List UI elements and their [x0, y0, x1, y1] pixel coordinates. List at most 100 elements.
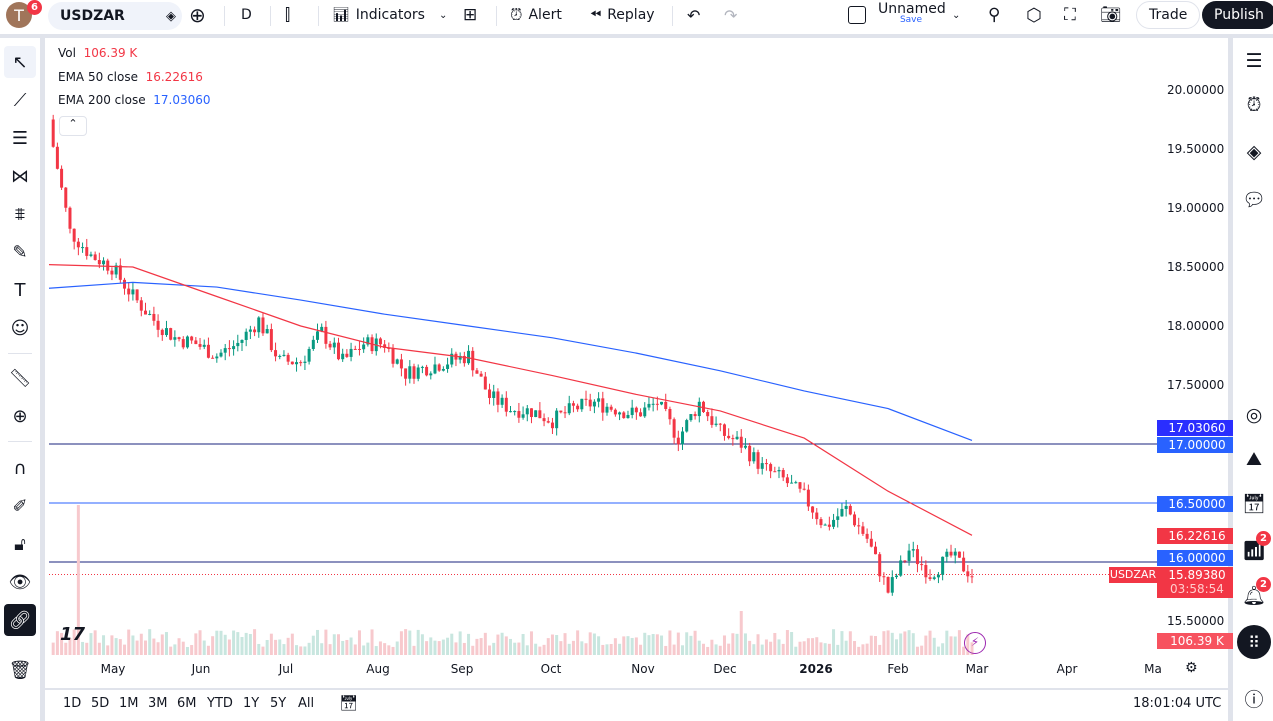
fib-icon[interactable]: ☰ — [4, 122, 36, 154]
candle-body — [429, 373, 433, 376]
candle-body — [395, 359, 399, 364]
trendline-icon[interactable]: ⟋ — [4, 84, 36, 116]
lightning-icon[interactable]: ⚡︎ — [964, 632, 986, 654]
range-5y[interactable]: 5Y — [270, 696, 286, 711]
clock[interactable]: 18:01:04 UTC — [1133, 696, 1221, 711]
range-6m[interactable]: 6M — [177, 696, 197, 711]
volume-bar — [580, 641, 584, 655]
date-range-icon[interactable]: 📅︎ — [339, 694, 358, 712]
candle-body — [274, 350, 278, 357]
tradingview-logo[interactable]: 17 — [60, 624, 85, 645]
watchlist-icon[interactable]: ☰ — [1239, 46, 1269, 76]
candle-body — [907, 550, 911, 561]
volume-bar — [370, 629, 374, 655]
collapse-legend-button[interactable]: ⌃ — [59, 116, 87, 136]
indicators-button[interactable]: 📊︎ Indicators ⌄ — [332, 0, 447, 30]
calendar-icon[interactable]: 📅︎ — [1239, 488, 1269, 518]
alert-button[interactable]: ⏰︎ Alert — [510, 0, 562, 30]
layers-icon[interactable]: ◈ — [1239, 137, 1269, 167]
volume-bar — [802, 641, 806, 655]
volume-bar — [303, 646, 307, 655]
chevron-down-icon[interactable]: ⌄ — [439, 10, 447, 21]
price-tick: 18.50000 — [1167, 260, 1225, 274]
candle-body — [211, 357, 215, 359]
trash-icon[interactable]: 🗑︎ — [4, 654, 36, 686]
volume-bar — [639, 644, 643, 655]
volume-bar — [861, 644, 865, 655]
volume-bar — [391, 646, 395, 655]
camera-icon[interactable]: 📷︎ — [1100, 0, 1122, 30]
legend-ema50[interactable]: EMA 50 close 16.22616 — [58, 70, 203, 84]
volume-bar — [727, 643, 731, 655]
ideas-icon[interactable]: ⛰︎ — [1239, 444, 1269, 474]
volume-bar — [467, 633, 471, 655]
chat-icon[interactable]: 💬︎ — [1239, 184, 1269, 214]
trade-button[interactable]: Trade — [1136, 1, 1201, 29]
legend-volume[interactable]: Vol 106.39 K — [58, 46, 137, 60]
pattern-icon[interactable]: ⋈ — [4, 160, 36, 192]
layout-checkbox-icon[interactable] — [848, 6, 866, 24]
range-ytd[interactable]: YTD — [207, 696, 233, 711]
volume-bar — [223, 634, 227, 655]
link-icon[interactable]: 🔗︎ — [4, 604, 36, 636]
candle-body — [643, 407, 647, 417]
legend-ema200[interactable]: EMA 200 close 17.03060 — [58, 93, 211, 107]
eye-icon[interactable]: 👁︎ — [4, 566, 36, 598]
target-icon[interactable]: ◎ — [1239, 400, 1269, 430]
chart-pane[interactable]: Vol 106.39 K EMA 50 close 16.22616 EMA 2… — [45, 38, 1237, 688]
quick-search-icon[interactable]: ⚲ — [988, 0, 1000, 30]
symbol-search[interactable]: USDZAR ◈ — [48, 2, 182, 30]
fullscreen-icon[interactable]: ⛶ — [1064, 0, 1076, 30]
ruler-icon[interactable]: 📏︎ — [4, 362, 36, 394]
volume-bar — [185, 646, 189, 655]
apps-grid-icon[interactable]: ⠿ — [1237, 625, 1271, 659]
candle-body — [735, 436, 739, 440]
lock-icon[interactable]: 🔓︎ — [4, 528, 36, 560]
replay-button[interactable]: ⏪︎ Replay — [590, 0, 655, 30]
projection-icon[interactable]: ⩨ — [4, 198, 36, 230]
volume-bar — [404, 629, 408, 655]
volume-bar — [492, 642, 496, 655]
volume-bar — [739, 611, 743, 655]
range-3m[interactable]: 3M — [148, 696, 168, 711]
range-1d[interactable]: 1D — [63, 696, 81, 711]
volume-bar — [345, 639, 349, 655]
volume-bar — [353, 644, 357, 655]
range-1m[interactable]: 1M — [119, 696, 139, 711]
cursor-icon[interactable]: ↖ — [4, 46, 36, 78]
compare-add-icon[interactable]: ⊕ — [189, 0, 206, 30]
volume-bar — [605, 644, 609, 655]
layout-name[interactable]: Unnamed Save — [878, 1, 946, 25]
volume-bar — [681, 645, 685, 655]
emoji-icon[interactable]: ☺ — [4, 312, 36, 344]
stay-drawing-icon[interactable]: ✐ — [4, 490, 36, 522]
candle-body — [584, 398, 588, 400]
price-chart[interactable] — [45, 38, 1228, 688]
alerts-clock-icon[interactable]: ⏰︎ — [1239, 90, 1269, 120]
range-all[interactable]: All — [298, 696, 314, 711]
publish-button[interactable]: Publish — [1202, 1, 1273, 29]
undo-icon[interactable]: ↶ — [687, 0, 700, 30]
volume-bar — [148, 629, 152, 655]
magnet-icon[interactable]: ∩ — [4, 452, 36, 484]
volume-bar — [190, 645, 194, 655]
brush-icon[interactable]: ✎ — [4, 236, 36, 268]
range-5d[interactable]: 5D — [91, 696, 109, 711]
redo-icon[interactable]: ↷ — [724, 0, 737, 30]
help-icon[interactable]: ⓘ — [1239, 683, 1269, 713]
diamond-icon[interactable]: ◈ — [166, 9, 176, 24]
axis-settings-icon[interactable]: ⚙ — [1185, 660, 1198, 676]
range-1y[interactable]: 1Y — [243, 696, 259, 711]
zoom-in-icon[interactable]: ⊕ — [4, 400, 36, 432]
interval-button[interactable]: D — [241, 0, 252, 30]
candle-body — [924, 565, 928, 578]
chevron-down-icon[interactable]: ⌄ — [952, 0, 960, 30]
candle-body — [72, 228, 76, 242]
volume-bar — [773, 632, 777, 655]
time-tick: Feb — [887, 662, 909, 676]
settings-icon[interactable]: ⬡ — [1026, 0, 1042, 30]
text-icon[interactable]: T — [4, 274, 36, 306]
candles-icon[interactable]: ⫿ — [285, 0, 290, 30]
candle-body — [215, 356, 219, 359]
layouts-icon[interactable]: ⊞ — [463, 0, 477, 30]
